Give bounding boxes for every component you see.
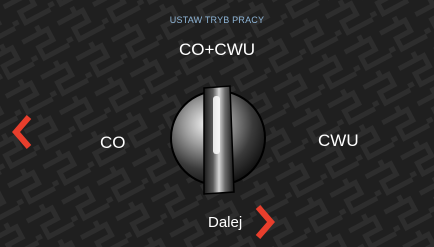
- selected-mode-label: CO+CWU: [178, 40, 256, 59]
- mode-setup-screen: USTAW TRYB PRACY CO+CWU CO CWU Dalej: [0, 0, 434, 247]
- mode-option-cwu[interactable]: CWU: [318, 131, 359, 151]
- chevron-right-icon[interactable]: [254, 204, 276, 240]
- screen-title: USTAW TRYB PRACY: [169, 15, 265, 25]
- chevron-left-icon[interactable]: [11, 114, 33, 150]
- next-button-label[interactable]: Dalej: [208, 214, 242, 231]
- mode-option-co[interactable]: CO: [100, 133, 126, 153]
- rotary-knob-icon[interactable]: [168, 82, 268, 198]
